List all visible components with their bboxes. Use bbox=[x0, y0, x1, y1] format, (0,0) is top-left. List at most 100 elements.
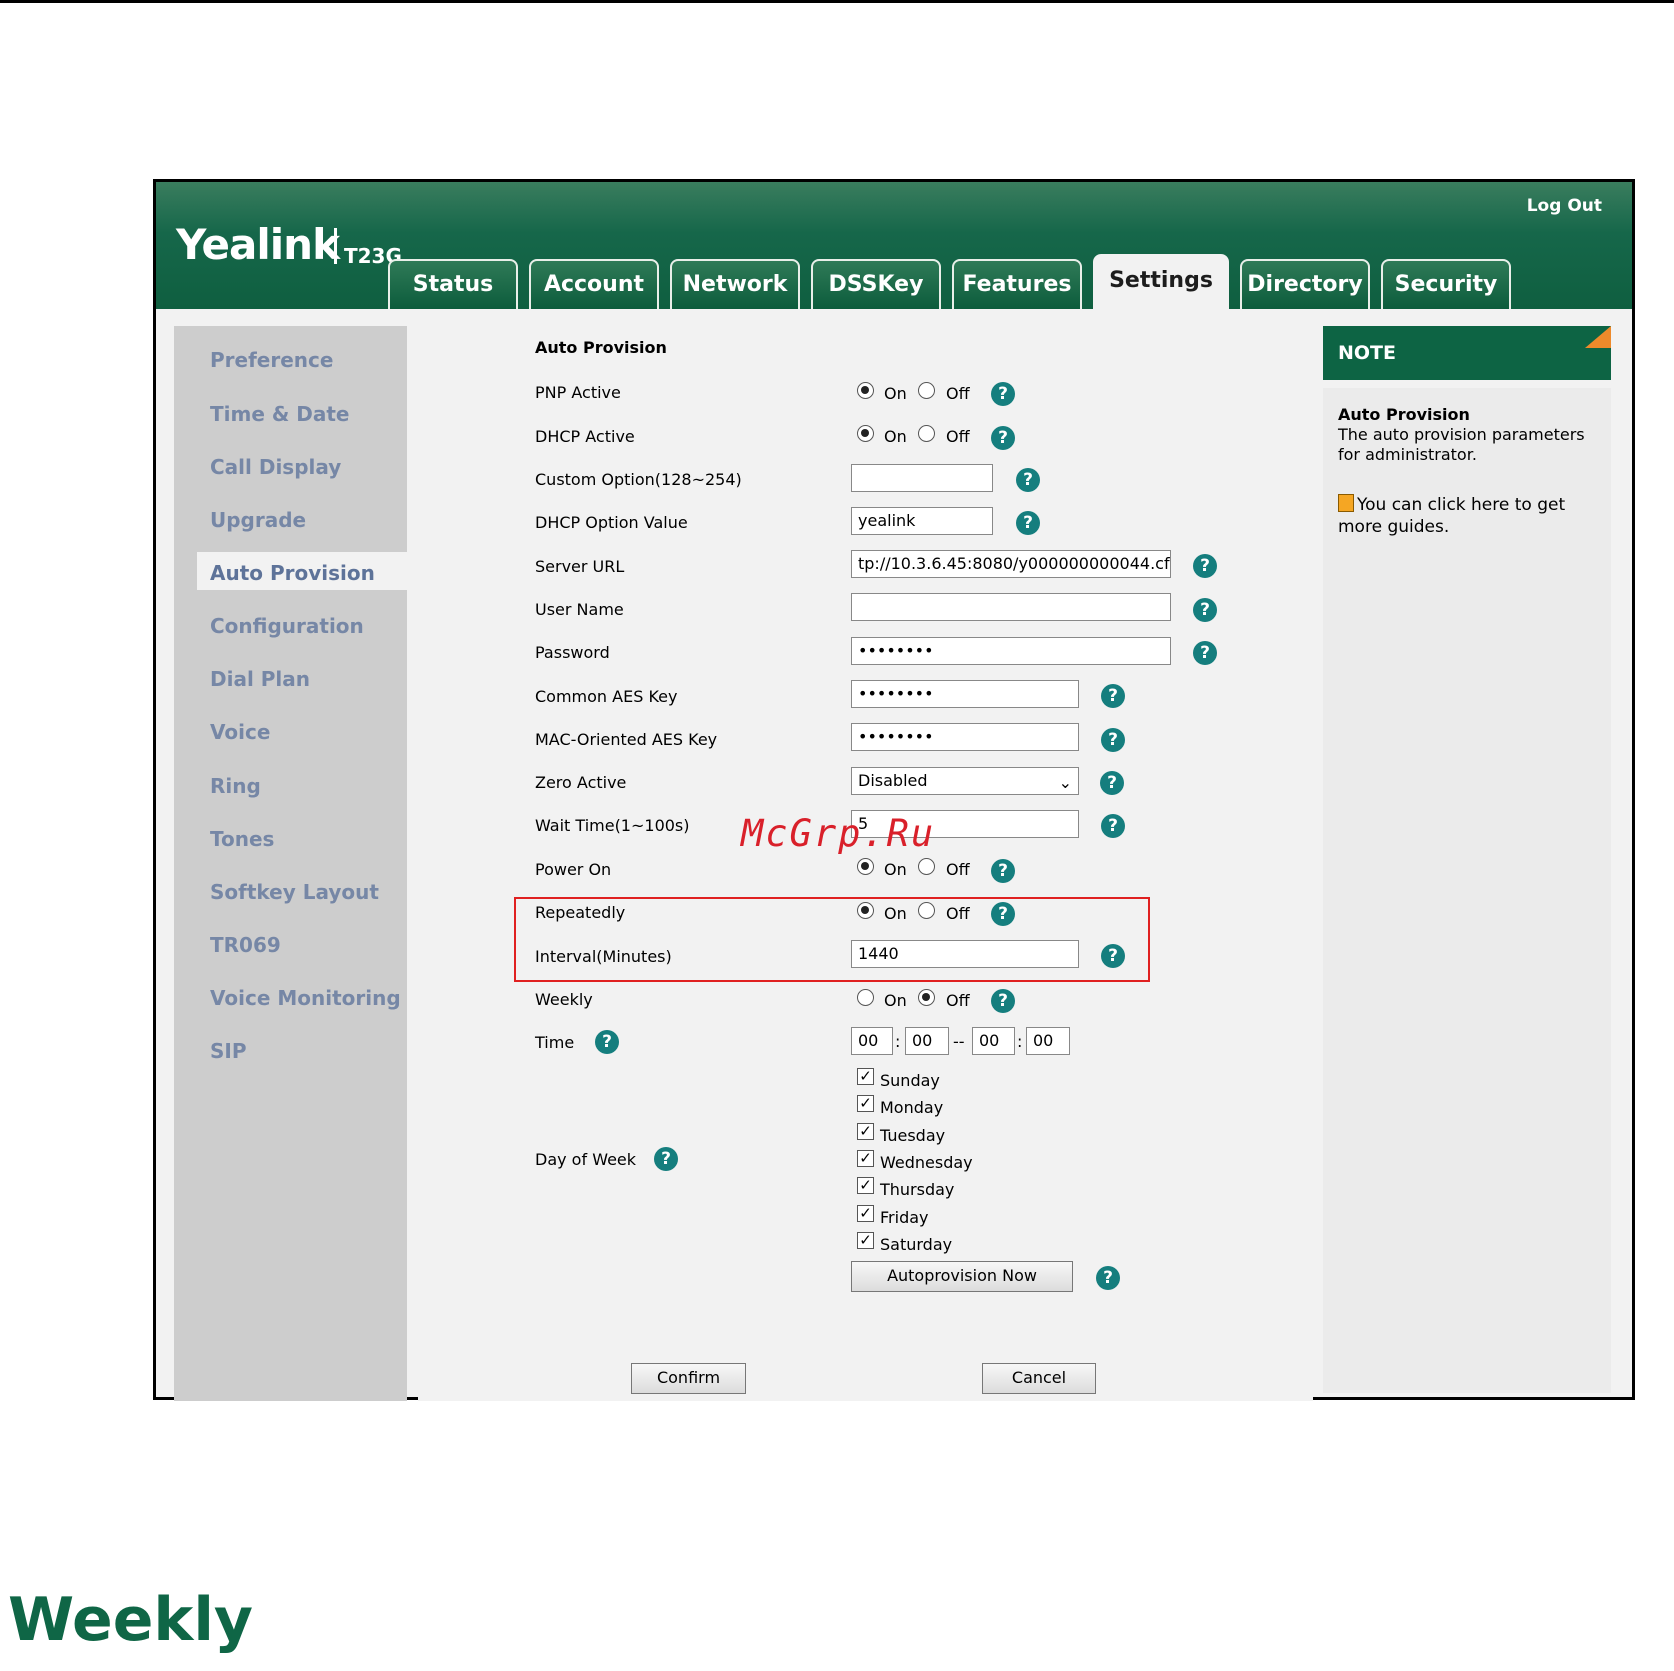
weekly-off-radio[interactable] bbox=[918, 989, 935, 1006]
mac-aes-key-label: MAC-Oriented AES Key bbox=[535, 730, 718, 749]
interval-input[interactable]: 1440 bbox=[851, 940, 1079, 968]
password-label: Password bbox=[535, 643, 610, 662]
time-help-icon[interactable]: ? bbox=[595, 1030, 619, 1054]
sidebar-item-upgrade[interactable]: Upgrade bbox=[210, 508, 306, 532]
zero-active-select[interactable]: Disabled ⌄ bbox=[851, 767, 1079, 795]
power-on-off-radio[interactable] bbox=[918, 858, 935, 875]
confirm-button[interactable]: Confirm bbox=[631, 1363, 746, 1394]
dhcp-active-off-label: Off bbox=[946, 427, 970, 446]
cancel-button[interactable]: Cancel bbox=[982, 1363, 1096, 1394]
sidebar-item-voice-monitoring[interactable]: Voice Monitoring bbox=[210, 986, 401, 1010]
time-start-minute-input[interactable]: 00 bbox=[905, 1027, 949, 1055]
monday-checkbox[interactable]: ✓ bbox=[857, 1095, 874, 1112]
time-end-minute-input[interactable]: 00 bbox=[1026, 1027, 1070, 1055]
sidebar-item-preference[interactable]: Preference bbox=[210, 348, 333, 372]
common-aes-key-input[interactable]: •••••••• bbox=[851, 680, 1079, 708]
sunday-checkbox[interactable]: ✓ bbox=[857, 1068, 874, 1085]
dhcp-active-on-label: On bbox=[884, 427, 907, 446]
tab-directory[interactable]: Directory bbox=[1240, 259, 1370, 309]
zero-active-help-icon[interactable]: ? bbox=[1100, 771, 1124, 795]
dhcp-option-value-help-icon[interactable]: ? bbox=[1016, 511, 1040, 535]
user-name-label: User Name bbox=[535, 600, 624, 619]
power-on-help-icon[interactable]: ? bbox=[991, 859, 1015, 883]
mac-aes-key-input[interactable]: •••••••• bbox=[851, 723, 1079, 751]
user-name-help-icon[interactable]: ? bbox=[1193, 598, 1217, 622]
saturday-checkbox[interactable]: ✓ bbox=[857, 1232, 874, 1249]
sidebar-item-ring[interactable]: Ring bbox=[210, 774, 261, 798]
pnp-active-off-radio[interactable] bbox=[918, 382, 935, 399]
yealink-logo: Yealink bbox=[176, 220, 340, 269]
sidebar-item-softkey-layout[interactable]: Softkey Layout bbox=[210, 880, 379, 904]
pnp-active-on-label: On bbox=[884, 384, 907, 403]
pnp-active-help-icon[interactable]: ? bbox=[991, 382, 1015, 406]
thursday-label: Thursday bbox=[880, 1180, 955, 1199]
autoprovision-now-help-icon[interactable]: ? bbox=[1096, 1266, 1120, 1290]
sidebar-item-tr069[interactable]: TR069 bbox=[210, 933, 281, 957]
server-url-input[interactable]: tp://10.3.6.45:8080/y000000000044.cfg bbox=[851, 550, 1171, 578]
repeatedly-on-radio[interactable] bbox=[857, 902, 874, 919]
weekly-help-icon[interactable]: ? bbox=[991, 989, 1015, 1013]
tab-network[interactable]: Network bbox=[670, 259, 800, 309]
repeatedly-on-label: On bbox=[884, 904, 907, 923]
sidebar-item-configuration[interactable]: Configuration bbox=[210, 614, 364, 638]
dhcp-active-on-radio[interactable] bbox=[857, 425, 874, 442]
time-end-hour-input[interactable]: 00 bbox=[972, 1027, 1015, 1055]
wait-time-label: Wait Time(1~100s) bbox=[535, 816, 690, 835]
wednesday-checkbox[interactable]: ✓ bbox=[857, 1150, 874, 1167]
sidebar-item-time-date[interactable]: Time & Date bbox=[210, 402, 350, 426]
note-guides-link[interactable]: You can click here to get more guides. bbox=[1338, 494, 1598, 538]
power-on-on-radio[interactable] bbox=[857, 858, 874, 875]
custom-option-input[interactable] bbox=[851, 464, 993, 492]
wait-time-help-icon[interactable]: ? bbox=[1101, 814, 1125, 838]
tab-status[interactable]: Status bbox=[388, 259, 518, 309]
top-rule bbox=[0, 0, 1674, 3]
custom-option-help-icon[interactable]: ? bbox=[1016, 468, 1040, 492]
note-corner-flag bbox=[1585, 326, 1611, 348]
common-aes-key-help-icon[interactable]: ? bbox=[1101, 684, 1125, 708]
chevron-down-icon: ⌄ bbox=[1058, 773, 1072, 792]
tab-settings[interactable]: Settings bbox=[1093, 254, 1229, 311]
time-start-hour-input[interactable]: 00 bbox=[851, 1027, 893, 1055]
password-help-icon[interactable]: ? bbox=[1193, 641, 1217, 665]
sunday-label: Sunday bbox=[880, 1071, 940, 1090]
friday-checkbox[interactable]: ✓ bbox=[857, 1205, 874, 1222]
header-bar: Yealink T23G Log Out Status Account Netw… bbox=[156, 182, 1632, 311]
pnp-active-on-radio[interactable] bbox=[857, 382, 874, 399]
interval-help-icon[interactable]: ? bbox=[1101, 944, 1125, 968]
zero-active-label: Zero Active bbox=[535, 773, 627, 792]
tab-security[interactable]: Security bbox=[1381, 259, 1511, 309]
time-colon-1: : bbox=[895, 1032, 901, 1051]
dhcp-active-help-icon[interactable]: ? bbox=[991, 426, 1015, 450]
tab-dsskey[interactable]: DSSKey bbox=[811, 259, 941, 309]
sidebar-item-tones[interactable]: Tones bbox=[210, 827, 274, 851]
tab-account[interactable]: Account bbox=[529, 259, 659, 309]
sidebar-item-call-display[interactable]: Call Display bbox=[210, 455, 341, 479]
logout-link[interactable]: Log Out bbox=[1527, 196, 1602, 216]
thursday-checkbox[interactable]: ✓ bbox=[857, 1177, 874, 1194]
day-of-week-label: Day of Week bbox=[535, 1150, 637, 1169]
repeatedly-off-radio[interactable] bbox=[918, 902, 935, 919]
logo-separator bbox=[334, 228, 337, 264]
note-title: Auto Provision bbox=[1338, 405, 1470, 424]
sidebar-item-voice[interactable]: Voice bbox=[210, 720, 270, 744]
time-range-dash: -- bbox=[953, 1032, 965, 1051]
server-url-help-icon[interactable]: ? bbox=[1193, 554, 1217, 578]
zero-active-value: Disabled bbox=[858, 771, 928, 790]
sidebar-item-auto-provision[interactable]: Auto Provision bbox=[210, 561, 375, 585]
user-name-input[interactable] bbox=[851, 593, 1171, 621]
page-heading: Weekly bbox=[8, 1585, 254, 1655]
repeatedly-help-icon[interactable]: ? bbox=[991, 902, 1015, 926]
sidebar-item-dial-plan[interactable]: Dial Plan bbox=[210, 667, 310, 691]
tab-features[interactable]: Features bbox=[952, 259, 1082, 309]
dhcp-option-value-input[interactable]: yealink bbox=[851, 507, 993, 535]
weekly-on-radio[interactable] bbox=[857, 989, 874, 1006]
power-on-off-label: Off bbox=[946, 860, 970, 879]
mac-aes-key-help-icon[interactable]: ? bbox=[1101, 728, 1125, 752]
power-on-label: Power On bbox=[535, 860, 612, 879]
autoprovision-now-button[interactable]: Autoprovision Now bbox=[851, 1261, 1073, 1292]
dhcp-active-off-radio[interactable] bbox=[918, 425, 935, 442]
tuesday-checkbox[interactable]: ✓ bbox=[857, 1123, 874, 1140]
sidebar-item-sip[interactable]: SIP bbox=[210, 1039, 247, 1063]
password-input[interactable]: •••••••• bbox=[851, 637, 1171, 665]
day-of-week-help-icon[interactable]: ? bbox=[654, 1147, 678, 1171]
